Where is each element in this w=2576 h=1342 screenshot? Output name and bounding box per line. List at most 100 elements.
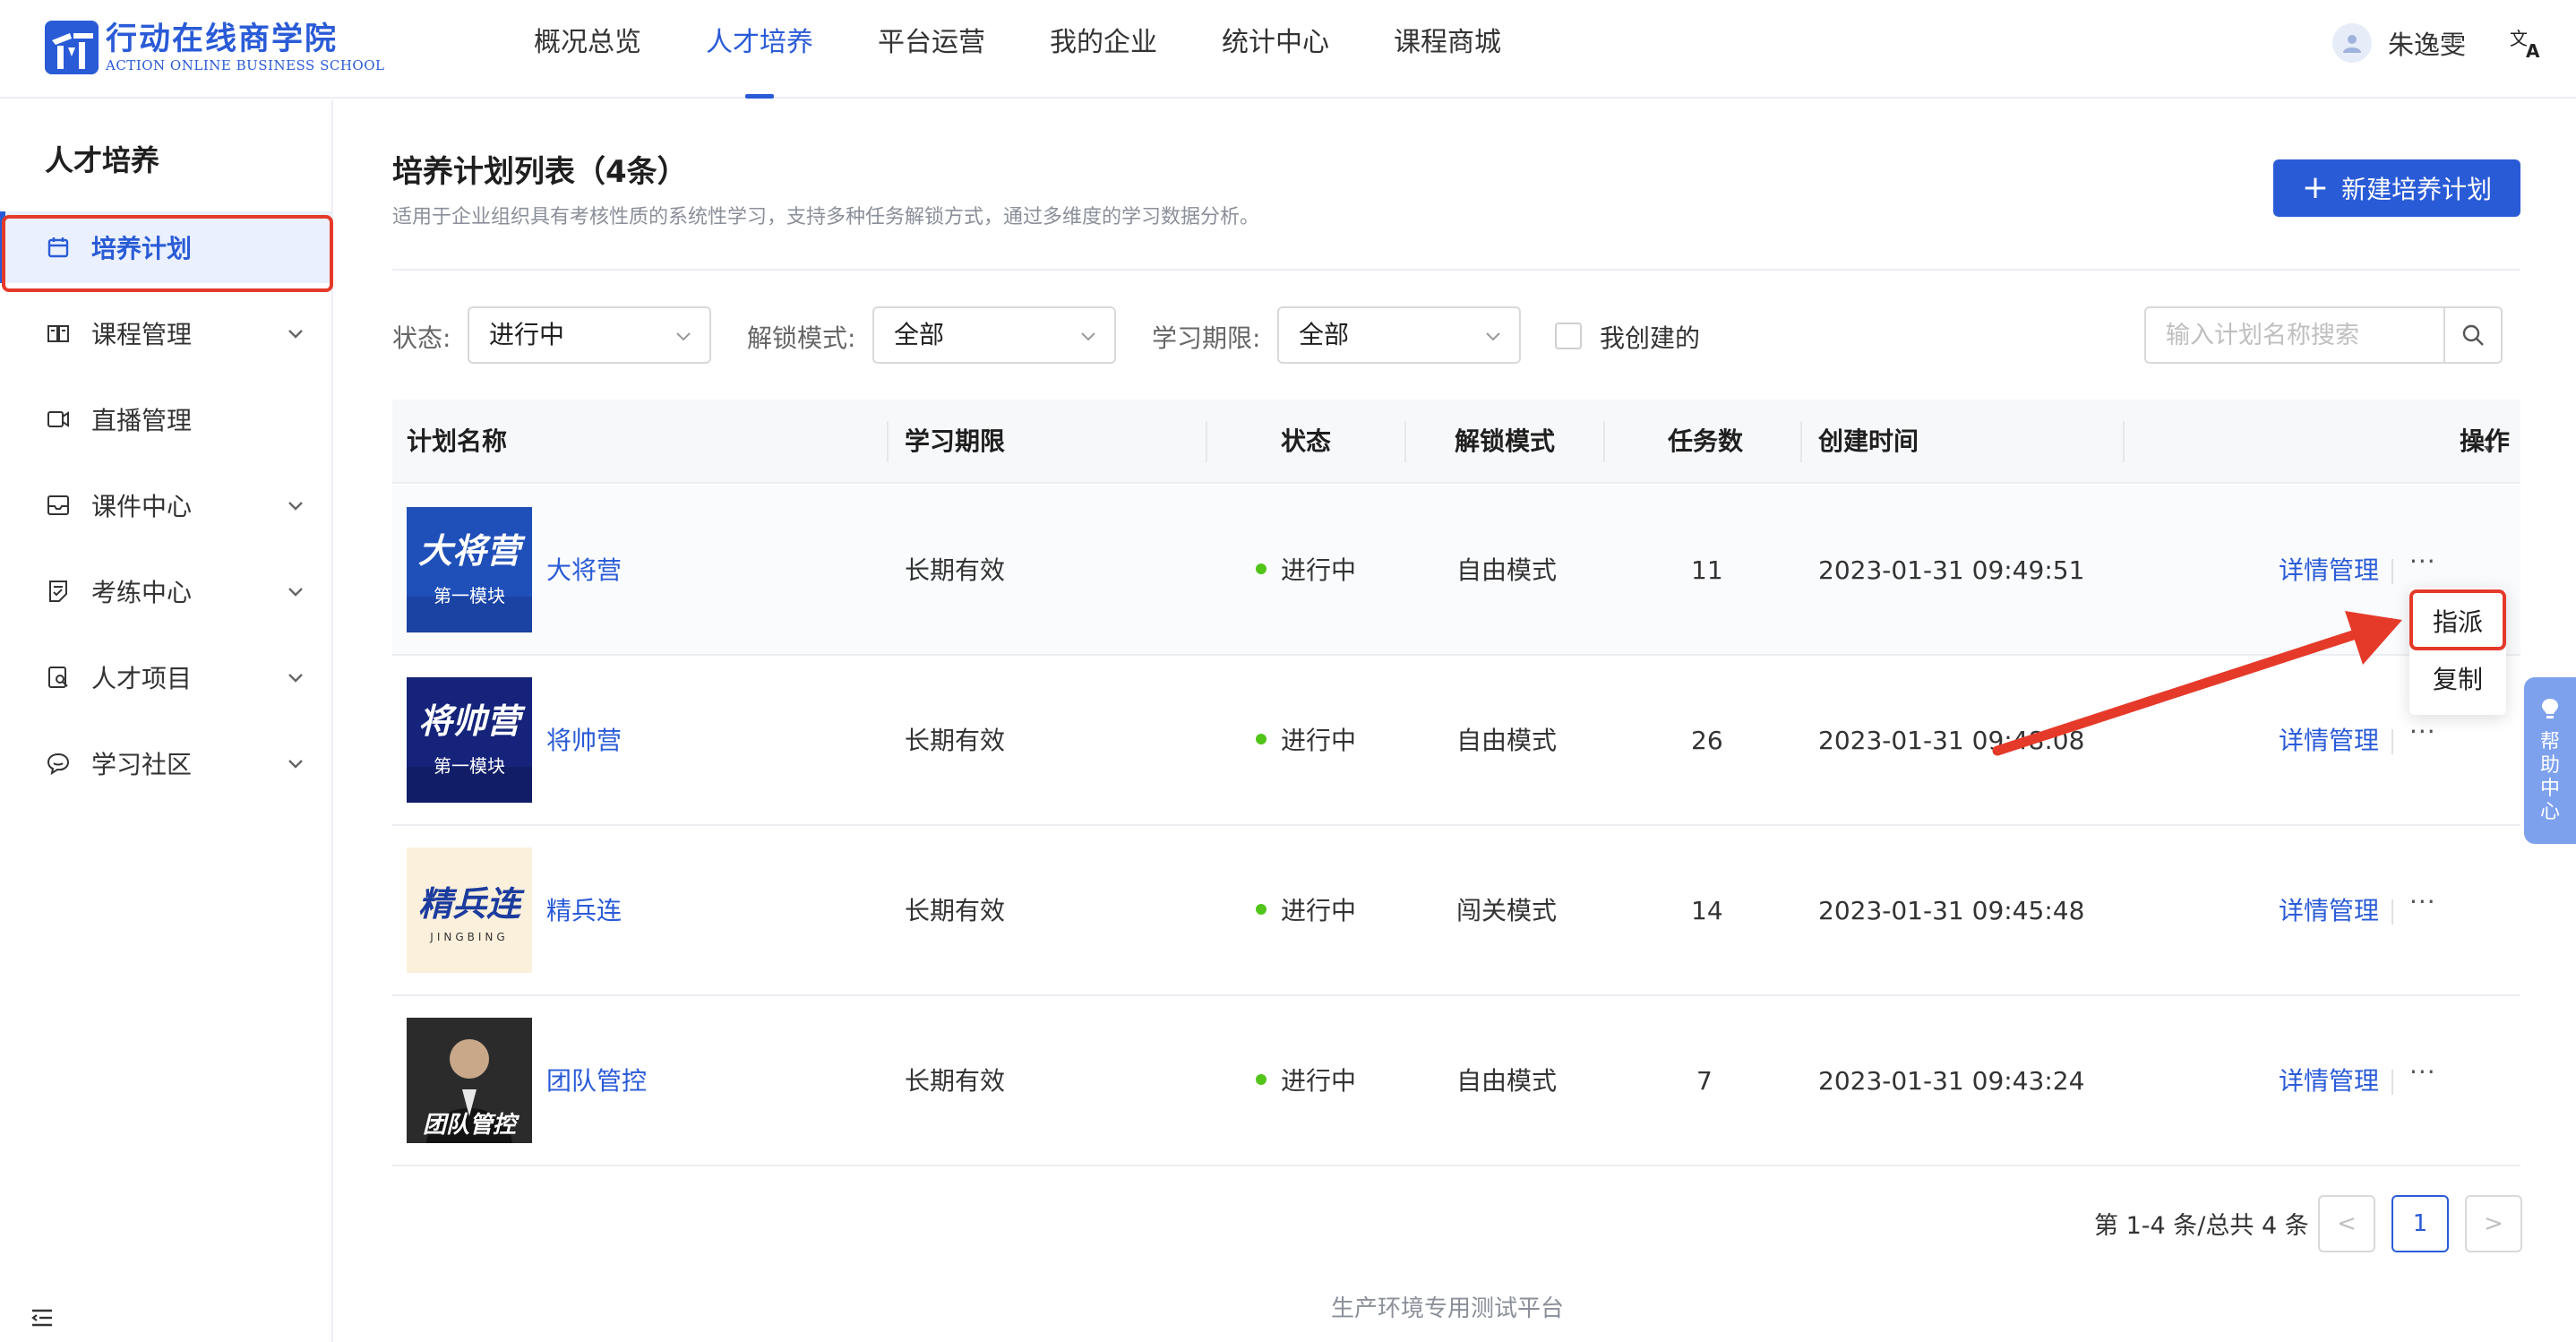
thumbnail-title: 精兵连 [418, 884, 525, 924]
table-row: 将帅营 第一模块 将帅营 长期有效 进行中 自由模式 26 2023-01-31… [392, 656, 2520, 826]
translate-icon[interactable]: 文 A [2508, 25, 2544, 62]
status-dot-icon [1256, 563, 1267, 574]
plus-icon: + [2301, 169, 2330, 206]
status-cell: 进行中 [1256, 656, 1356, 826]
search-icon [2462, 324, 2484, 346]
menu-item-copy[interactable]: 复制 [2409, 652, 2506, 708]
user-menu[interactable]: 朱逸雯 [2332, 23, 2466, 63]
logo-subtitle: ACTION ONLINE BUSINESS SCHOOL [106, 57, 385, 73]
nav-talent[interactable]: 人才培养 [706, 0, 813, 99]
detail-manage-link[interactable]: 详情管理 [2279, 486, 2379, 656]
sidebar-item-courseware[interactable]: 课件中心 [0, 469, 331, 541]
logo-mark-icon [45, 21, 99, 74]
next-page-button[interactable]: > [2465, 1195, 2522, 1252]
nav-statistics[interactable]: 统计中心 [1222, 0, 1329, 99]
plan-thumbnail: 将帅营 第一模块 [407, 677, 532, 803]
more-actions-icon[interactable]: ··· [2409, 996, 2436, 1166]
nav-course-mall[interactable]: 课程商城 [1394, 0, 1501, 99]
column-divider [2123, 421, 2125, 462]
study-period-cell: 长期有效 [905, 1066, 1006, 1096]
sidebar-item-talent-project[interactable]: 人才项目 [0, 641, 331, 713]
sidebar-item-label: 直播管理 [91, 406, 193, 435]
prev-page-button[interactable]: < [2318, 1195, 2375, 1252]
user-name: 朱逸雯 [2388, 30, 2467, 60]
table-row: 团队管控 团队管控 长期有效 进行中 自由模式 7 2023-01-31 09:… [392, 996, 2520, 1166]
unlock-mode-cell: 自由模式 [1456, 726, 1558, 755]
detail-manage-link[interactable]: 详情管理 [2279, 656, 2379, 826]
chat-icon [45, 750, 72, 777]
more-actions-icon[interactable]: ··· [2409, 826, 2436, 996]
help-center-tab[interactable]: 帮助中心 [2524, 677, 2576, 844]
study-period-cell: 长期有效 [905, 726, 1006, 755]
chevron-down-icon [288, 760, 303, 769]
logo[interactable]: 行动在线商学院 ACTION ONLINE BUSINESS SCHOOL [45, 18, 384, 77]
thumbnail-subtitle: JINGBING [429, 931, 508, 943]
created-by-me-checkbox[interactable] [1555, 323, 1582, 349]
sidebar-item-label: 课程管理 [91, 320, 193, 349]
main-nav: 概况总览 人才培养 平台运营 我的企业 统计中心 课程商城 [534, 0, 1566, 99]
search-input[interactable] [2146, 308, 2442, 362]
nav-enterprise[interactable]: 我的企业 [1050, 0, 1157, 99]
detail-manage-link[interactable]: 详情管理 [2279, 996, 2379, 1166]
unlock-select-value: 全部 [894, 320, 945, 349]
column-divider [1404, 421, 1406, 462]
unlock-mode-cell: 闯关模式 [1456, 896, 1558, 925]
menu-item-assign[interactable]: 指派 [2409, 595, 2506, 650]
nav-operations[interactable]: 平台运营 [878, 0, 985, 99]
period-filter-label: 学习期限: [1152, 323, 1261, 353]
new-plan-button[interactable]: + 新建培养计划 [2273, 159, 2520, 217]
book-icon [45, 320, 72, 347]
sidebar: 人才培养 培养计划 课程管理 直播管理 课件中心 考练中心 人才项目 学习社区 [0, 100, 333, 1342]
footer-text: 生产环境专用测试平台 [1331, 1295, 1565, 1322]
sidebar-item-live[interactable]: 直播管理 [0, 383, 331, 455]
unlock-mode-cell: 自由模式 [1456, 1066, 1558, 1096]
sidebar-item-community[interactable]: 学习社区 [0, 727, 331, 799]
collapse-sidebar-icon[interactable] [29, 1304, 56, 1331]
thumbnail-title: 将帅营 [418, 701, 526, 741]
status-cell: 进行中 [1256, 996, 1356, 1166]
plan-name-link[interactable]: 团队管控 [546, 996, 647, 1166]
app-root: 行动在线商学院 ACTION ONLINE BUSINESS SCHOOL 概况… [0, 0, 2576, 1342]
plan-thumbnail: 团队管控 [407, 1018, 532, 1143]
page-number-button[interactable]: 1 [2391, 1195, 2449, 1252]
chevron-down-icon [288, 674, 303, 683]
col-study-period: 学习期限 [905, 426, 1006, 456]
status-cell: 进行中 [1256, 826, 1356, 996]
search-button[interactable] [2443, 308, 2501, 362]
sidebar-item-course[interactable]: 课程管理 [0, 297, 331, 369]
col-created-time: 创建时间 [1818, 426, 1919, 456]
divider [392, 269, 2520, 271]
lightbulb-icon [2542, 699, 2558, 718]
created-time-cell: 2023-01-31 09:45:48 [1818, 896, 2085, 925]
chevron-down-icon [288, 330, 303, 339]
exam-icon [45, 578, 72, 605]
unlock-mode-select[interactable]: 全部 [872, 306, 1116, 364]
created-by-me-label: 我创建的 [1600, 323, 1701, 353]
action-divider [2391, 729, 2393, 754]
plan-thumbnail: 大将营 第一模块 [407, 507, 532, 632]
page-title: 培养计划列表（4条） [392, 154, 688, 190]
study-period-select[interactable]: 全部 [1277, 306, 1521, 364]
new-plan-label: 新建培养计划 [2341, 175, 2493, 204]
plan-name-link[interactable]: 精兵连 [546, 826, 622, 996]
status-text: 进行中 [1281, 1066, 1357, 1096]
plan-name-link[interactable]: 大将营 [546, 486, 622, 656]
sidebar-item-label: 学习社区 [91, 750, 193, 779]
task-count-cell: 7 [1696, 1066, 1713, 1096]
sidebar-item-exam[interactable]: 考练中心 [0, 555, 331, 627]
col-unlock-mode: 解锁模式 [1455, 426, 1556, 456]
plan-thumbnail: 精兵连 JINGBING [407, 847, 532, 973]
column-divider [1603, 421, 1605, 462]
nav-overview[interactable]: 概况总览 [534, 0, 641, 99]
created-time-cell: 2023-01-31 09:43:24 [1818, 1066, 2085, 1096]
status-select[interactable]: 进行中 [468, 306, 711, 364]
col-plan-name: 计划名称 [407, 426, 508, 456]
sidebar-item-label: 人才项目 [91, 664, 193, 693]
sidebar-item-training-plan[interactable]: 培养计划 [0, 211, 331, 283]
video-icon [45, 406, 72, 433]
col-task-count: 任务数 [1668, 426, 1744, 456]
plan-name-link[interactable]: 将帅营 [546, 656, 622, 826]
detail-manage-link[interactable]: 详情管理 [2279, 826, 2379, 996]
unlock-mode-cell: 自由模式 [1456, 555, 1558, 585]
user-icon [2343, 35, 2361, 53]
